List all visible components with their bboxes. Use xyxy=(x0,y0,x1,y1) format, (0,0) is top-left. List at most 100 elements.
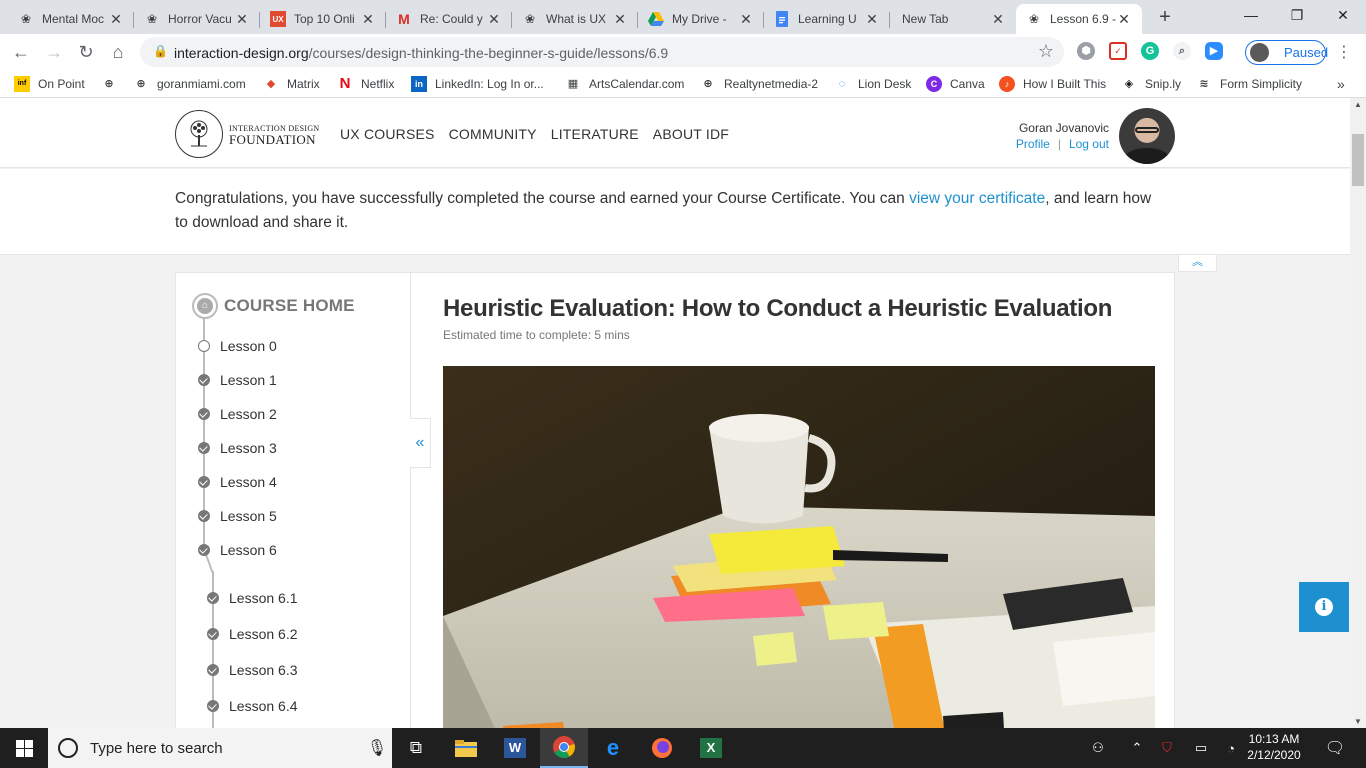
home-button[interactable]: ⌂ xyxy=(106,40,130,64)
page-scrollbar[interactable]: ▲ ▼ xyxy=(1350,98,1366,728)
lesson-item-2[interactable]: Lesson 2 xyxy=(198,406,277,422)
bookmark-item[interactable]: ⊕ goranmiami.com xyxy=(133,76,245,92)
microphone-icon[interactable]: 🎙 xyxy=(362,738,392,758)
bookmark-item[interactable]: C Canva xyxy=(926,76,985,92)
scrollbar-thumb[interactable] xyxy=(1352,134,1364,186)
bookmark-star-icon[interactable]: ☆ xyxy=(1038,41,1054,62)
bookmark-item[interactable]: inf On Point xyxy=(14,76,85,92)
file-explorer-icon[interactable] xyxy=(442,728,490,768)
nav-literature[interactable]: LITERATURE xyxy=(551,126,639,142)
close-tab-icon[interactable]: ✕ xyxy=(360,11,376,28)
browser-tab-3[interactable]: UX Top 10 Onli ✕ xyxy=(260,4,386,34)
close-window-button[interactable]: ✕ xyxy=(1320,0,1366,32)
browser-tab-2[interactable]: ❀ Horror Vacu ✕ xyxy=(134,4,260,34)
lesson-card: ⌂ COURSE HOME Lesson 0 Lesson 1 Lesson 2… xyxy=(175,272,1175,728)
close-tab-icon[interactable]: ✕ xyxy=(108,11,124,28)
bookmark-item[interactable]: in LinkedIn: Log In or... xyxy=(411,76,544,92)
idf-logo-icon[interactable] xyxy=(175,110,223,158)
browser-tab-7[interactable]: Learning U ✕ xyxy=(764,4,890,34)
user-avatar[interactable] xyxy=(1119,108,1175,164)
edge-icon[interactable]: e xyxy=(589,728,637,768)
logout-link[interactable]: Log out xyxy=(1069,137,1109,151)
lesson-item-0[interactable]: Lesson 0 xyxy=(198,338,277,354)
restore-button[interactable]: ❐ xyxy=(1274,0,1320,32)
excel-icon[interactable]: X xyxy=(687,728,735,768)
lesson-item-6-4[interactable]: Lesson 6.4 xyxy=(207,698,298,714)
address-bar[interactable]: 🔒 interaction-design.org/courses/design-… xyxy=(140,37,1064,67)
people-icon[interactable]: ⚇ xyxy=(1086,728,1110,768)
firefox-icon[interactable] xyxy=(638,728,686,768)
taskbar-search-placeholder: Type here to search xyxy=(90,739,223,757)
lesson-item-4[interactable]: Lesson 4 xyxy=(198,474,277,490)
reload-button[interactable]: ↻ xyxy=(74,40,98,64)
bookmark-item[interactable]: ♪ How I Built This xyxy=(999,76,1106,92)
browser-tab-8[interactable]: New Tab ✕ xyxy=(890,4,1016,34)
logo-wordmark[interactable]: INTERACTION DESIGN FOUNDATION xyxy=(229,125,320,147)
browser-tab-6[interactable]: My Drive - ✕ xyxy=(638,4,764,34)
nav-ux-courses[interactable]: UX COURSES xyxy=(340,126,435,142)
close-tab-icon[interactable]: ✕ xyxy=(234,11,250,28)
notifications-icon[interactable]: 🗨 xyxy=(1320,728,1350,768)
nav-community[interactable]: COMMUNITY xyxy=(449,126,537,142)
profile-paused-button[interactable]: Paused xyxy=(1245,40,1328,65)
bookmark-item[interactable]: ▦ ArtsCalendar.com xyxy=(565,76,685,92)
bookmark-item[interactable]: ⊕ xyxy=(101,76,125,92)
extension-hexagon-icon[interactable]: ⬢ xyxy=(1077,42,1095,60)
lesson-item-6-1[interactable]: Lesson 6.1 xyxy=(207,590,298,606)
info-button[interactable]: i xyxy=(1299,582,1349,632)
word-icon[interactable]: W xyxy=(491,728,539,768)
lesson-item-6-3[interactable]: Lesson 6.3 xyxy=(207,662,298,678)
search-extension-icon[interactable]: ⌕ xyxy=(1173,42,1191,60)
profile-link[interactable]: Profile xyxy=(1016,137,1050,151)
close-tab-icon[interactable]: ✕ xyxy=(738,11,754,28)
bookmark-item[interactable]: ◆ Matrix xyxy=(263,76,320,92)
lesson-item-3[interactable]: Lesson 3 xyxy=(198,440,277,456)
taskbar-search[interactable]: Type here to search 🎙 xyxy=(48,728,392,768)
close-tab-icon[interactable]: ✕ xyxy=(1116,11,1132,28)
minimize-button[interactable]: — xyxy=(1228,0,1274,32)
globe-icon: ⊕ xyxy=(104,78,114,90)
pocket-extension-icon[interactable]: ✓ xyxy=(1109,42,1127,60)
task-view-icon[interactable]: ⧉ xyxy=(392,728,440,768)
close-tab-icon[interactable]: ✕ xyxy=(486,11,502,28)
forward-button[interactable]: → xyxy=(42,40,66,64)
bookmark-item[interactable]: ◌ Lion Desk xyxy=(834,76,912,92)
taskbar-clock[interactable]: 10:13 AM 2/12/2020 xyxy=(1236,731,1312,763)
lesson-item-6-2[interactable]: Lesson 6.2 xyxy=(207,626,298,642)
windows-taskbar: Type here to search 🎙 ⧉ W e X ⚇ ⌃ ⛉ ▭ ◔ … xyxy=(0,728,1366,768)
lesson-item-6[interactable]: Lesson 6 xyxy=(198,542,277,558)
scroll-down-icon[interactable]: ▼ xyxy=(1350,717,1366,726)
back-button[interactable]: ← xyxy=(9,40,33,64)
close-tab-icon[interactable]: ✕ xyxy=(864,11,880,28)
lesson-item-1[interactable]: Lesson 1 xyxy=(198,372,277,388)
grammarly-extension-icon[interactable]: G xyxy=(1141,42,1159,60)
browser-tab-active[interactable]: ❀ Lesson 6.9 - ✕ xyxy=(1016,4,1142,34)
nav-about-idf[interactable]: ABOUT IDF xyxy=(653,126,729,142)
bookmark-item[interactable]: N Netflix xyxy=(337,76,395,92)
mcafee-icon[interactable]: ⛉ xyxy=(1156,728,1178,768)
course-home-link[interactable]: ⌂ COURSE HOME xyxy=(192,293,355,319)
cortana-icon xyxy=(58,738,78,758)
more-bookmarks-icon[interactable]: » xyxy=(1337,76,1345,92)
zoom-extension-icon[interactable]: ▶ xyxy=(1205,42,1223,60)
bookmark-item[interactable]: ≋ Form Simplicity xyxy=(1196,76,1302,92)
bookmark-item[interactable]: ⊕ Realtynetmedia-2 xyxy=(700,76,818,92)
lesson-label: Lesson 6.1 xyxy=(229,590,298,606)
bookmark-item[interactable]: ◈ Snip.ly xyxy=(1121,76,1181,92)
close-tab-icon[interactable]: ✕ xyxy=(990,11,1006,28)
collapse-banner-button[interactable]: ︽ xyxy=(1178,255,1217,272)
browser-tab-5[interactable]: ❀ What is UX ✕ xyxy=(512,4,638,34)
scroll-up-icon[interactable]: ▲ xyxy=(1350,100,1366,109)
collapse-sidebar-button[interactable]: « xyxy=(410,418,431,468)
view-certificate-link[interactable]: view your certificate xyxy=(909,190,1045,207)
lesson-item-5[interactable]: Lesson 5 xyxy=(198,508,277,524)
start-button[interactable] xyxy=(0,728,48,768)
browser-tab-1[interactable]: ❀ Mental Moc ✕ xyxy=(8,4,134,34)
close-tab-icon[interactable]: ✕ xyxy=(612,11,628,28)
tray-expand-icon[interactable]: ⌃ xyxy=(1126,728,1148,768)
browser-menu-icon[interactable]: ⋮ xyxy=(1336,42,1352,62)
chrome-icon[interactable] xyxy=(540,728,588,768)
new-tab-button[interactable]: + xyxy=(1153,6,1177,30)
battery-icon[interactable]: ▭ xyxy=(1190,728,1212,768)
browser-tab-4[interactable]: M Re: Could y ✕ xyxy=(386,4,512,34)
